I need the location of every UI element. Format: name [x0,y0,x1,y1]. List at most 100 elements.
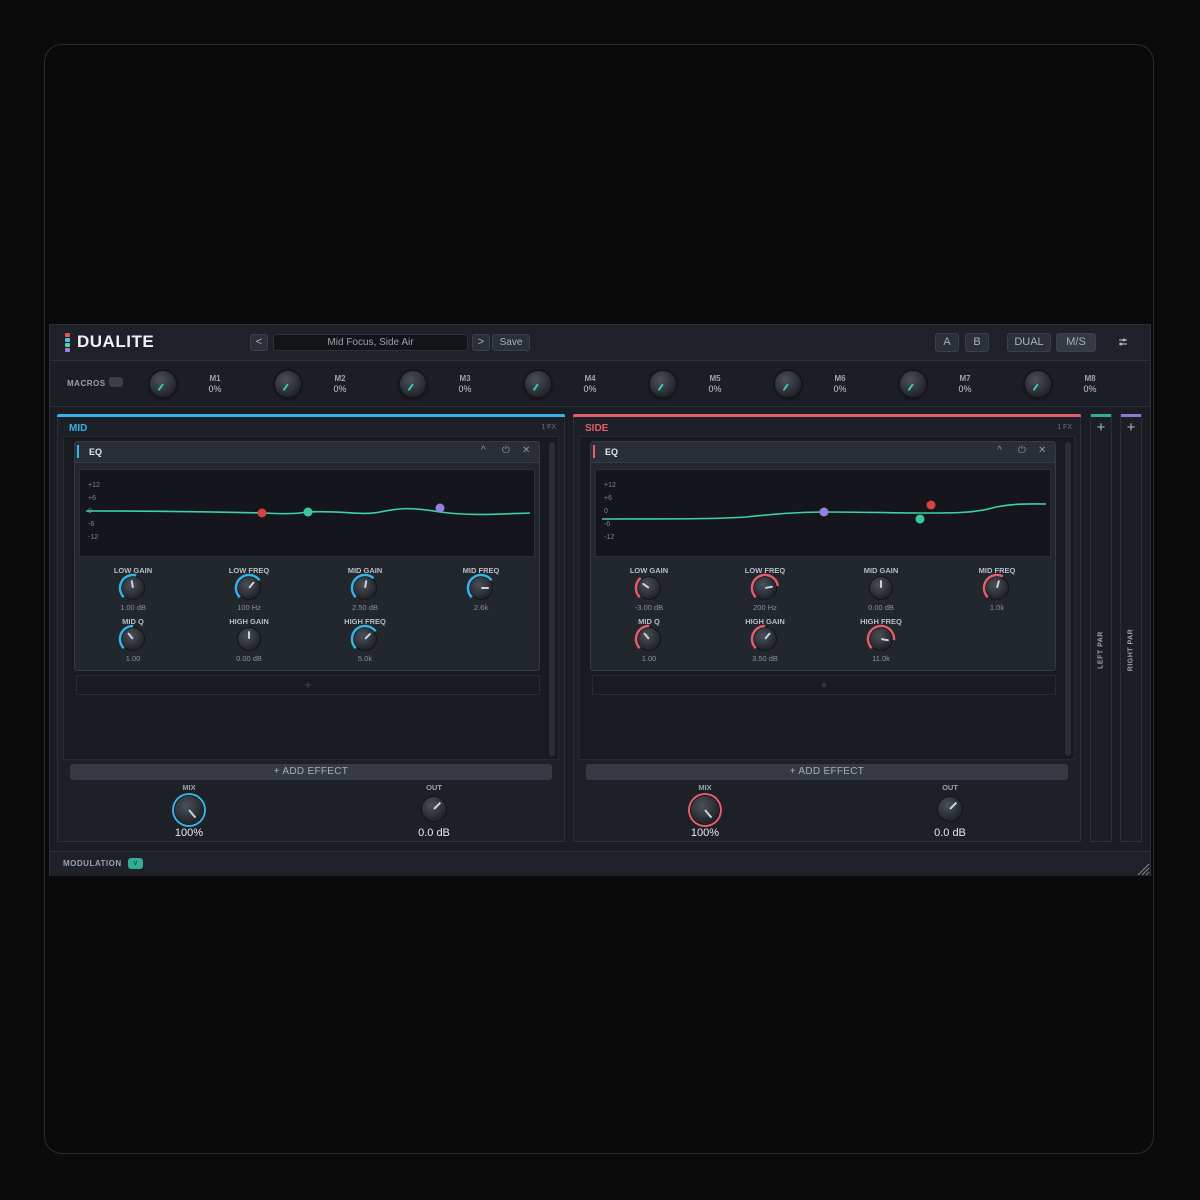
param-knob[interactable] [866,624,896,650]
param-knob[interactable] [118,573,144,599]
b-button[interactable]: B [965,333,989,352]
mid-empty-slot[interactable]: + [76,675,540,695]
param-knob[interactable] [466,573,493,599]
param-knob[interactable] [238,628,260,650]
macro-knob-5[interactable] [650,371,676,397]
mid-eq-title: EQ [89,447,103,457]
sliders-icon[interactable] [1116,335,1130,349]
dual-mode-button[interactable]: DUAL [1007,333,1051,352]
macro-knob-1[interactable] [150,371,176,397]
power-icon[interactable]: ⏻ [502,445,510,456]
modulation-toggle[interactable]: v [128,858,143,869]
right-par-add-button[interactable]: + [1121,419,1141,436]
side-channel-panel: SIDE 1 FX EQ ^ ⏻ ✕ +12 +6 0 -6 -12 LOW G… [573,414,1081,842]
left-par-add-button[interactable]: + [1091,419,1111,436]
high-band-node[interactable] [435,503,445,513]
side-fx-count: 1 FX [1057,424,1072,431]
mid-out-value: 0.0 dB [418,827,450,839]
param-value: 1.00 [641,654,657,663]
param-value: 1.00 [125,654,141,663]
macro-name: M5 [709,374,721,383]
side-out-value: 0.0 dB [934,827,966,839]
prev-preset-button[interactable]: < [250,334,268,351]
macro-knob-4[interactable] [525,371,551,397]
macro-knob-3[interactable] [400,371,426,397]
side-eq-curve [601,500,1047,524]
power-icon[interactable]: ⏻ [1018,445,1026,456]
macro-value: 0% [708,384,722,394]
macro-name: M7 [959,374,971,383]
mid-eq-header[interactable]: EQ ^ ⏻ ✕ [75,442,539,463]
macro-value: 0% [333,384,347,394]
header-bar: DUALITE < Mid Focus, Side Air > Save A B… [50,325,1150,361]
mid-eq-curve [85,503,531,518]
param-knob[interactable] [350,624,377,650]
mid-rack-scrollbar[interactable] [549,442,555,756]
mid-band-node[interactable] [303,507,313,517]
param-knob[interactable] [750,624,776,650]
mid-mix-value: 100% [174,827,204,839]
ms-mode-button[interactable]: M/S [1056,333,1096,352]
param-value: 100 Hz [237,603,261,612]
a-button[interactable]: A [935,333,959,352]
param-value: -3.00 dB [634,603,664,612]
mid-channel-panel: MID 1 FX EQ ^ ⏻ ✕ +12 +6 0 -6 -12 LOW GA… [57,414,565,842]
close-icon[interactable]: ✕ [1038,445,1046,456]
low-band-node[interactable] [257,508,267,518]
macro-knob-2[interactable] [275,371,301,397]
param-knob[interactable] [118,624,144,650]
mid-band-node[interactable] [915,514,925,524]
macro-knob-8[interactable] [1025,371,1051,397]
param-value: 2.6k [473,603,489,612]
mid-add-effect-button[interactable]: + ADD EFFECT [70,764,552,780]
mid-accent-line [57,414,565,417]
side-accent-line [573,414,1081,417]
param-knob[interactable] [982,573,1008,599]
macro-name: M1 [209,374,221,383]
macro-value: 0% [833,384,847,394]
side-eq-card: EQ ^ ⏻ ✕ +12 +6 0 -6 -12 LOW GAIN -3.00 … [590,441,1056,671]
side-out-knob[interactable] [938,797,962,821]
preset-name-field[interactable]: Mid Focus, Side Air [273,334,468,351]
param-knob[interactable] [350,573,376,599]
side-rack-scrollbar[interactable] [1065,442,1071,756]
resize-handle-icon[interactable] [1134,860,1150,876]
param-value: 0.00 dB [236,654,262,663]
macro-knob-7[interactable] [900,371,926,397]
macro-value: 0% [958,384,972,394]
mid-out-knob[interactable] [422,797,446,821]
param-knob[interactable] [750,573,780,599]
mid-eq-card: EQ ^ ⏻ ✕ +12 +6 0 -6 -12 LOW GAIN 1.00 d… [74,441,540,671]
mid-fx-count: 1 FX [541,424,556,431]
logo-icon [65,333,70,352]
param-knob[interactable] [870,577,892,599]
macro-name: M4 [584,374,596,383]
next-preset-button[interactable]: > [472,334,490,351]
side-empty-slot[interactable]: + [592,675,1056,695]
param-value: 2.50 dB [352,603,378,612]
param-knob[interactable] [234,573,261,599]
mid-eq-graph[interactable]: +12 +6 0 -6 -12 [79,469,535,557]
param-value: 5.0k [357,654,373,663]
macro-name: M6 [834,374,846,383]
collapse-icon[interactable]: ^ [997,445,1002,456]
mid-mix-knob[interactable] [175,796,203,824]
param-label: HIGH GAIN [229,617,269,626]
mid-effect-rack: EQ ^ ⏻ ✕ +12 +6 0 -6 -12 LOW GAIN 1.00 d… [63,436,559,760]
param-value: 200 Hz [753,603,777,612]
side-mix-knob[interactable] [691,796,719,824]
param-knob[interactable] [634,577,660,599]
collapse-icon[interactable]: ^ [481,445,486,456]
param-knob[interactable] [634,624,660,650]
side-add-effect-button[interactable]: + ADD EFFECT [586,764,1068,780]
save-button[interactable]: Save [492,334,530,351]
macro-name: M3 [459,374,471,383]
low-band-node[interactable] [819,507,829,517]
high-band-node[interactable] [926,500,936,510]
side-eq-graph[interactable]: +12 +6 0 -6 -12 [595,469,1051,557]
side-eq-header[interactable]: EQ ^ ⏻ ✕ [591,442,1055,463]
macros-toggle[interactable] [109,377,123,387]
close-icon[interactable]: ✕ [522,445,530,456]
macro-value: 0% [583,384,597,394]
macro-knob-6[interactable] [775,371,801,397]
